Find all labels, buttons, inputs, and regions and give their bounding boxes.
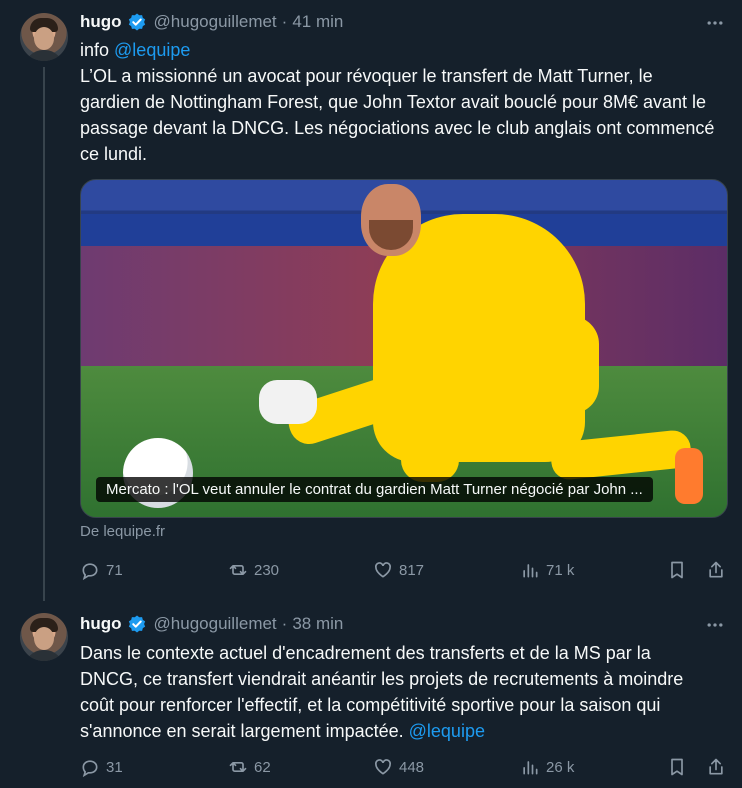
avatar-shirt: [25, 50, 63, 61]
bookmark-button[interactable]: [667, 560, 687, 580]
share-icon: [709, 758, 723, 775]
verified-badge-icon: [128, 13, 145, 31]
timestamp[interactable]: 41 min: [292, 12, 343, 32]
like-button[interactable]: 448: [373, 757, 424, 777]
like-icon: [375, 759, 391, 775]
mention-link[interactable]: @lequipe: [114, 40, 190, 60]
views-count: 71 k: [546, 561, 575, 579]
repost-count: 62: [254, 758, 271, 776]
goalkeeper-shorts: [493, 316, 599, 414]
tweet-text: info @lequipe L’OL a missionné un avocat…: [80, 37, 716, 167]
reply-button[interactable]: 31: [80, 757, 123, 777]
views-icon: [523, 564, 538, 578]
tweet-actions: 71 230 817 71 k: [80, 560, 730, 582]
share-icon: [709, 561, 723, 578]
repost-icon: [229, 762, 247, 772]
repost-button[interactable]: 62: [228, 757, 271, 777]
display-name[interactable]: hugo: [80, 12, 122, 32]
reply-count: 31: [106, 758, 123, 776]
like-icon: [375, 562, 391, 578]
bookmark-button[interactable]: [667, 757, 687, 777]
reply-icon: [82, 760, 98, 777]
tweet-header: hugo @hugoguillemet · 41 min: [80, 11, 343, 33]
views-button[interactable]: 71 k: [520, 560, 574, 580]
views-icon: [523, 761, 538, 775]
display-name[interactable]: hugo: [80, 614, 122, 634]
separator-dot: ·: [281, 12, 288, 31]
thread-line: [43, 67, 45, 601]
timestamp[interactable]: 38 min: [292, 614, 343, 634]
goalkeeper-boot: [675, 448, 703, 504]
views-button[interactable]: 26 k: [520, 757, 574, 777]
tweet-intro: info: [80, 40, 115, 60]
reply-icon: [82, 563, 98, 580]
repost-icon: [229, 565, 247, 575]
link-card-image[interactable]: Mercato : l'OL veut annuler le contrat d…: [80, 179, 728, 518]
goalkeeper-glove: [259, 380, 317, 424]
goalkeeper-leg: [401, 362, 459, 482]
separator-dot: ·: [281, 614, 288, 633]
more-options-icon[interactable]: [705, 13, 725, 33]
share-button[interactable]: [706, 757, 726, 777]
like-count: 448: [399, 758, 425, 776]
reply-count: 71: [106, 561, 123, 579]
avatar[interactable]: [20, 613, 68, 661]
like-count: 817: [399, 561, 425, 579]
avatar-face: [34, 627, 54, 650]
user-handle[interactable]: @hugoguillemet: [154, 12, 277, 32]
repost-button[interactable]: 230: [228, 560, 279, 580]
avatar[interactable]: [20, 13, 68, 61]
repost-count: 230: [254, 561, 280, 579]
more-options-icon[interactable]: [705, 615, 725, 635]
tweet-body: Dans le contexte actuel d'encadrement de…: [80, 643, 684, 741]
share-button[interactable]: [706, 560, 726, 580]
tweet-intro-line: info @lequipe: [80, 37, 716, 63]
avatar-face: [34, 27, 54, 50]
tweet-1[interactable]: hugo @hugoguillemet · 41 min info @lequi…: [0, 0, 742, 601]
views-count: 26 k: [546, 758, 575, 776]
mention-link[interactable]: @lequipe: [409, 721, 485, 741]
tweet-actions: 31 62 448 26 k: [80, 757, 730, 779]
tweet-2[interactable]: hugo @hugoguillemet · 38 min Dans le con…: [0, 600, 742, 788]
tweet-text: Dans le contexte actuel d'encadrement de…: [80, 640, 706, 744]
avatar-shirt: [25, 650, 63, 661]
like-button[interactable]: 817: [373, 560, 424, 580]
link-source[interactable]: De lequipe.fr: [80, 523, 165, 540]
user-handle[interactable]: @hugoguillemet: [154, 614, 277, 634]
bookmark-icon: [671, 561, 683, 579]
tweet-header: hugo @hugoguillemet · 38 min: [80, 613, 343, 635]
tweet-body: L’OL a missionné un avocat pour révoquer…: [80, 66, 715, 164]
verified-badge-icon: [128, 615, 145, 633]
link-card-caption[interactable]: Mercato : l'OL veut annuler le contrat d…: [96, 477, 653, 502]
bookmark-icon: [671, 758, 683, 776]
reply-button[interactable]: 71: [80, 560, 123, 580]
